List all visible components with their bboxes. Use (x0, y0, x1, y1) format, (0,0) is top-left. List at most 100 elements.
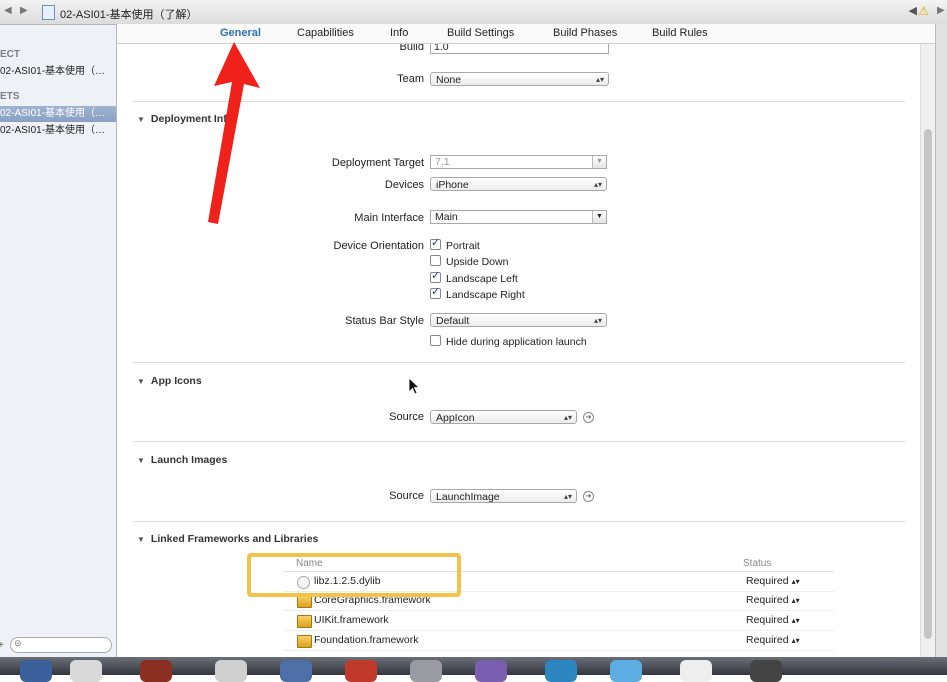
dock-app-icon[interactable] (70, 660, 102, 682)
main-interface-combo[interactable]: Main ▼ (430, 210, 607, 224)
status-popup[interactable]: Required ▴▾ (746, 634, 800, 646)
tab-build-settings[interactable]: Build Settings (447, 27, 514, 39)
disclosure-triangle-icon[interactable]: ▼ (137, 377, 145, 386)
add-target-icon[interactable]: + (0, 640, 4, 651)
portrait-checkbox[interactable]: Portrait (430, 236, 480, 252)
dock-app-icon[interactable] (410, 660, 442, 682)
status-value: Required (746, 634, 789, 646)
upside-down-checkbox[interactable]: Upside Down (430, 255, 508, 268)
issue-nav-arrow-icon[interactable]: ◀ (909, 4, 917, 17)
section-divider (133, 362, 905, 363)
dock-app-icon[interactable] (20, 660, 52, 682)
chevron-down-icon[interactable]: ▼ (592, 156, 606, 168)
landscape-right-label: Landscape Right (446, 289, 525, 301)
dock (0, 657, 947, 682)
app-icons-header[interactable]: ▼ App Icons (137, 375, 202, 387)
tab-info[interactable]: Info (390, 27, 408, 39)
section-divider (133, 521, 905, 522)
table-row[interactable]: UIKit.framework Required ▴▾ (284, 611, 834, 631)
updown-icon: ▴▾ (595, 75, 604, 84)
disclosure-triangle-icon[interactable]: ▼ (137, 115, 145, 124)
app-icons-title: App Icons (150, 375, 202, 387)
sidebar-item-target-selected[interactable]: 02-ASI01-基本使用（… (0, 106, 116, 122)
main-interface-value: Main (435, 211, 458, 223)
sidebar-project-header: ECT (0, 49, 20, 60)
framework-toolbox-icon (297, 635, 312, 648)
checkbox-unchecked[interactable] (430, 335, 441, 346)
tab-capabilities[interactable]: Capabilities (297, 27, 354, 39)
updown-icon: ▴▾ (563, 492, 572, 501)
sidebar-targets-header: ETS (0, 91, 20, 102)
sidebar-filter-field[interactable]: ⊝ (10, 637, 112, 653)
updown-icon: ▴▾ (791, 577, 800, 586)
dock-app-icon[interactable] (280, 660, 312, 682)
dock-app-icon[interactable] (140, 660, 172, 682)
issue-next-arrow-icon[interactable]: ▶ (937, 5, 945, 16)
dock-app-icon[interactable] (610, 660, 642, 682)
build-value: 1.0 (434, 44, 449, 53)
vertical-scrollbar[interactable] (920, 44, 935, 657)
back-arrow-icon[interactable]: ◀ (4, 5, 12, 16)
landscape-left-checkbox[interactable]: Landscape Left (430, 269, 518, 285)
updown-icon: ▴▾ (791, 616, 800, 625)
hide-during-launch-label: Hide during application launch (446, 336, 587, 348)
dock-app-icon[interactable] (680, 660, 712, 682)
warning-icon[interactable]: ⚠ (918, 4, 929, 18)
app-icon-source-popup[interactable]: AppIcon ▴▾ (430, 410, 577, 424)
dock-app-icon[interactable] (750, 660, 782, 682)
linked-frameworks-header[interactable]: ▼ Linked Frameworks and Libraries (137, 533, 318, 545)
go-to-asset-arrow-icon[interactable]: ➔ (583, 412, 594, 423)
build-field[interactable]: 1.0 (430, 44, 609, 54)
checkbox-checked[interactable] (430, 269, 441, 283)
status-value: Required (746, 575, 789, 587)
status-value: Required (746, 614, 789, 626)
devices-popup[interactable]: iPhone ▴▾ (430, 177, 607, 191)
status-popup[interactable]: Required ▴▾ (746, 575, 800, 587)
status-popup[interactable]: Required ▴▾ (746, 614, 800, 626)
status-bar-style-value: Default (436, 315, 470, 327)
checkbox-checked[interactable] (430, 236, 441, 250)
forward-arrow-icon[interactable]: ▶ (20, 5, 28, 16)
status-bar-style-label: Status Bar Style (345, 315, 424, 327)
devices-value: iPhone (436, 179, 469, 191)
mouse-cursor-icon (408, 377, 420, 395)
checkbox-checked[interactable] (430, 285, 441, 299)
sidebar-item-target[interactable]: 02-ASI01-基本使用（… (0, 123, 116, 139)
deployment-target-value: 7.1 (435, 156, 450, 168)
hide-during-launch-checkbox[interactable]: Hide during application launch (430, 335, 587, 348)
tab-general[interactable]: General (220, 27, 261, 39)
breadcrumb[interactable]: 02-ASI01-基本使用（了解） (60, 6, 198, 22)
launch-image-source-value: LaunchImage (436, 491, 500, 503)
launch-images-title: Launch Images (150, 454, 228, 466)
deployment-target-combo[interactable]: 7.1 ▼ (430, 155, 607, 169)
launch-images-header[interactable]: ▼ Launch Images (137, 454, 227, 466)
landscape-right-checkbox[interactable]: Landscape Right (430, 285, 525, 301)
disclosure-triangle-icon[interactable]: ▼ (137, 535, 145, 544)
tab-build-rules[interactable]: Build Rules (652, 27, 708, 39)
dock-app-icon[interactable] (475, 660, 507, 682)
app-icon-source-value: AppIcon (436, 412, 475, 424)
red-annotation-arrow (208, 42, 260, 224)
launch-image-source-popup[interactable]: LaunchImage ▴▾ (430, 489, 577, 503)
go-to-asset-arrow-icon[interactable]: ➔ (583, 491, 594, 502)
sidebar-item-label: 02-ASI01-基本使用（… (0, 108, 106, 119)
arrow-shape (208, 42, 260, 224)
project-file-icon (42, 5, 55, 20)
status-popup[interactable]: Required ▴▾ (746, 594, 800, 606)
status-bar-style-popup[interactable]: Default ▴▾ (430, 313, 607, 327)
launch-image-source-label: Source (389, 490, 424, 502)
dock-app-icon[interactable] (545, 660, 577, 682)
checkbox-unchecked[interactable] (430, 255, 441, 266)
table-row[interactable]: Foundation.framework Required ▴▾ (284, 631, 834, 651)
disclosure-triangle-icon[interactable]: ▼ (137, 456, 145, 465)
chevron-down-icon[interactable]: ▼ (592, 211, 606, 223)
sidebar-item-project[interactable]: 02-ASI01-基本使用（… (0, 64, 116, 80)
tab-build-phases[interactable]: Build Phases (553, 27, 617, 39)
dock-app-icon[interactable] (345, 660, 377, 682)
team-value: None (436, 74, 462, 86)
team-popup[interactable]: None ▴▾ (430, 72, 609, 86)
scrollbar-thumb[interactable] (924, 129, 932, 639)
column-header-status[interactable]: Status (743, 558, 771, 569)
dock-app-icon[interactable] (215, 660, 247, 682)
linked-frameworks-title: Linked Frameworks and Libraries (150, 533, 319, 545)
